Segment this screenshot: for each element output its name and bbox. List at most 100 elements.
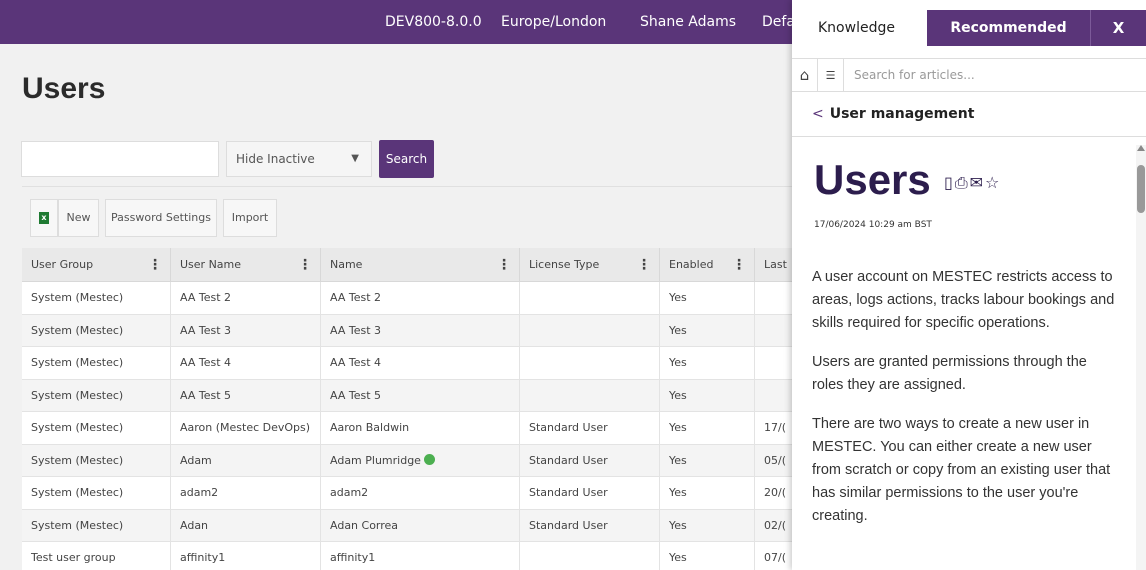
import-button[interactable]: Import (223, 199, 277, 237)
table-row[interactable]: System (Mestec) Aaron (Mestec DevOps) Aaro… (22, 412, 815, 445)
table-row[interactable]: System (Mestec) AA Test 4 AA Test 4 Yes (22, 347, 815, 380)
column-header-enabled[interactable]: Enabled ⋮ (660, 248, 755, 282)
close-panel-button[interactable]: X (1090, 10, 1146, 46)
password-settings-button[interactable]: Password Settings (105, 199, 217, 237)
column-header-user-name[interactable]: User Name ⋮ (171, 248, 321, 282)
column-header-label: User Group (31, 258, 94, 271)
timezone-label[interactable]: Europe/London (501, 0, 606, 44)
cell-enabled: Yes (660, 347, 755, 379)
dropdown-caret-icon: ▼ (351, 153, 359, 164)
cell-name: Adan Correa (321, 509, 520, 542)
panel-scrollbar[interactable] (1136, 145, 1146, 570)
status-filter-select[interactable]: Hide Inactive ▼ (226, 141, 372, 177)
search-button[interactable]: Search (379, 140, 434, 178)
table-row[interactable]: System (Mestec) adam2 adam2 Standard User Ye… (22, 477, 815, 510)
column-header-label: License Type (529, 258, 600, 271)
table-row[interactable]: System (Mestec) AA Test 5 AA Test 5 Yes (22, 379, 815, 412)
cell-enabled: Yes (660, 509, 755, 542)
column-header-user-group[interactable]: User Group ⋮ (22, 248, 171, 282)
cell-text: Adan (180, 518, 209, 532)
cell-text: Adam (180, 453, 212, 467)
page-title: Users (22, 72, 106, 105)
column-menu-icon[interactable]: ⋮ (148, 248, 162, 282)
export-excel-button[interactable]: x (30, 199, 58, 237)
cell-user-group: Test user group (22, 542, 171, 570)
column-menu-icon[interactable]: ⋮ (637, 248, 651, 282)
table-row[interactable]: System (Mestec) AA Test 2 AA Test 2 Yes (22, 282, 815, 315)
cell-text: AA Test 4 (330, 356, 382, 369)
cell-user-name: affinity1 (171, 542, 321, 570)
divider (792, 136, 1146, 137)
table-row[interactable]: System (Mestec) Adan Adan Correa Standard U… (22, 509, 815, 542)
knowledge-search-row: ⌂ ☰ Search for articles... (792, 58, 1146, 92)
cell-text: System (Mestec) (31, 421, 124, 434)
excel-icon: x (39, 212, 49, 224)
search-input[interactable] (21, 141, 219, 177)
pdf-icon[interactable]: ▯ (944, 173, 955, 192)
cell-name: adam2 (321, 477, 520, 509)
new-button[interactable]: New (58, 199, 99, 237)
email-icon[interactable]: ✉ (970, 173, 985, 192)
cell-text: Standard User (529, 453, 608, 467)
cell-text: Standard User (529, 486, 608, 499)
column-header-label: Name (330, 258, 363, 271)
column-menu-icon[interactable]: ⋮ (298, 248, 312, 282)
table-row[interactable]: Test user group affinity1 affinity1 Yes 07/( (22, 542, 815, 570)
cell-text: affinity1 (330, 551, 376, 564)
cell-enabled: Yes (660, 314, 755, 347)
column-header-license-type[interactable]: License Type ⋮ (520, 248, 660, 282)
cell-user-name: Adan (171, 509, 321, 542)
back-chevron-icon: < (812, 106, 824, 122)
article-paragraph: A user account on MESTEC restricts acces… (812, 269, 1115, 331)
cell-name: AA Test 4 (321, 347, 520, 379)
users-table: User Group ⋮ User Name ⋮ Name ⋮ License Type ⋮ E… (22, 248, 815, 570)
cell-name: affinity1 (321, 542, 520, 570)
cell-text: System (Mestec) (31, 453, 124, 467)
cell-user-group: System (Mestec) (22, 379, 171, 412)
cell-user-group: System (Mestec) (22, 444, 171, 477)
cell-user-name: Adam (171, 444, 321, 477)
table-header: User Group ⋮ User Name ⋮ Name ⋮ License Type ⋮ E… (22, 248, 815, 282)
cell-text: System (Mestec) (31, 323, 124, 337)
column-menu-icon[interactable]: ⋮ (497, 248, 511, 282)
tab-recommended[interactable]: Recommended (927, 10, 1090, 46)
breadcrumb[interactable]: < User management (812, 106, 974, 122)
cell-user-name: adam2 (171, 477, 321, 509)
cell-text: Yes (669, 291, 687, 304)
cell-license-type: Standard User (520, 444, 660, 477)
cell-text: adam2 (330, 486, 369, 499)
cell-license-type (520, 282, 660, 314)
cell-user-name: AA Test 2 (171, 282, 321, 314)
home-icon[interactable]: ⌂ (792, 59, 818, 92)
cell-name: AA Test 2 (321, 282, 520, 314)
cell-license-type (520, 379, 660, 412)
article-date: 17/06/2024 10:29 am BST (814, 220, 932, 230)
column-menu-icon[interactable]: ⋮ (732, 248, 746, 282)
cell-text: AA Test 3 (330, 323, 382, 337)
cell-license-type: Standard User (520, 509, 660, 542)
cell-text: System (Mestec) (31, 388, 124, 402)
cell-text: Yes (669, 356, 687, 369)
cell-text: affinity1 (180, 551, 226, 564)
breadcrumb-label: User management (829, 106, 975, 122)
environment-label[interactable]: DEV800-8.0.0 (385, 0, 482, 44)
table-row[interactable]: System (Mestec) Adam Adam Plumridge Standar… (22, 444, 815, 477)
cell-text: Yes (669, 453, 687, 467)
cell-text: 05/( (764, 453, 786, 467)
cell-text: Standard User (529, 518, 608, 532)
print-icon[interactable]: ⎙ (955, 173, 970, 192)
cell-license-type: Standard User (520, 477, 660, 509)
cell-text: 02/( (764, 518, 786, 532)
scroll-up-arrow-icon[interactable] (1137, 145, 1145, 151)
status-filter-value: Hide Inactive (236, 152, 315, 166)
column-header-name[interactable]: Name ⋮ (321, 248, 520, 282)
table-of-contents-icon[interactable]: ☰ (818, 59, 844, 92)
tab-knowledge[interactable]: Knowledge (792, 10, 927, 46)
default-menu[interactable]: Defa (762, 0, 795, 44)
article-search-input[interactable]: Search for articles... (854, 59, 975, 92)
table-row[interactable]: System (Mestec) AA Test 3 AA Test 3 Yes (22, 314, 815, 347)
cell-enabled: Yes (660, 412, 755, 444)
user-menu[interactable]: Shane Adams (640, 0, 736, 44)
star-icon[interactable]: ☆ (985, 173, 1001, 192)
scrollbar-thumb[interactable] (1137, 165, 1145, 213)
